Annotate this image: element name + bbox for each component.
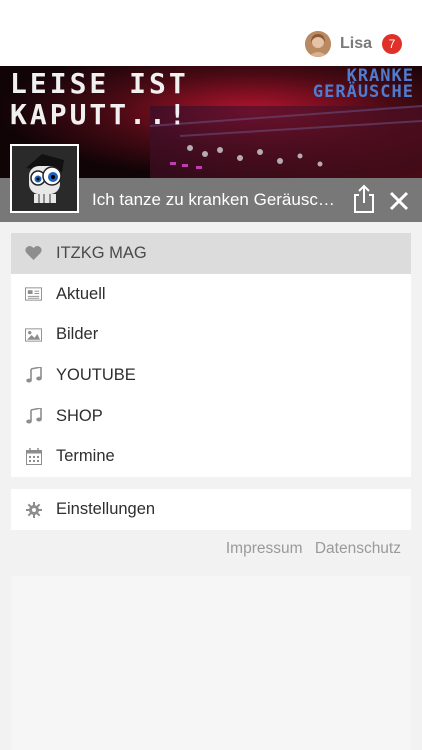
- settings-label: Einstellungen: [56, 500, 156, 518]
- image-icon: [25, 326, 42, 343]
- datenschutz-link[interactable]: Datenschutz: [315, 540, 401, 557]
- channel-logo: [10, 144, 79, 213]
- menu-item-label: ITZKG MAG: [56, 243, 147, 262]
- menu-item-itzkg-mag[interactable]: ITZKG MAG: [11, 233, 411, 274]
- menu-item-label: SHOP: [56, 406, 103, 425]
- banner-title: LEISE IST KAPUTT..!: [10, 67, 189, 131]
- calendar-icon: [25, 448, 42, 466]
- music-note-icon: [25, 367, 42, 384]
- menu-item-bilder[interactable]: Bilder: [11, 314, 411, 355]
- close-icon[interactable]: [388, 190, 410, 212]
- username[interactable]: Lisa: [340, 35, 372, 53]
- share-icon[interactable]: [351, 184, 377, 214]
- menu-item-youtube[interactable]: YOUTUBE: [11, 355, 411, 396]
- settings-item[interactable]: Einstellungen: [11, 489, 411, 530]
- menu-item-shop[interactable]: SHOP: [11, 396, 411, 437]
- avatar[interactable]: [304, 31, 331, 57]
- navigation-menu: ITZKG MAG Aktuell Bilder YOUTUBE SHOP Te…: [11, 233, 411, 478]
- music-note-icon: [25, 408, 42, 425]
- banner-logo-text: KRANKE GERÄUSCHE: [312, 66, 414, 102]
- user-profile[interactable]: Lisa 7: [304, 30, 402, 58]
- content-area: [11, 576, 411, 750]
- notification-badge[interactable]: 7: [382, 34, 402, 54]
- menu-item-label: Termine: [56, 447, 115, 466]
- newspaper-icon: [25, 286, 42, 303]
- impressum-link[interactable]: Impressum: [226, 540, 303, 557]
- menu-item-label: Aktuell: [56, 284, 106, 303]
- gear-icon: [25, 501, 42, 518]
- menu-item-label: Bilder: [56, 325, 99, 344]
- menu-item-label: YOUTUBE: [56, 365, 136, 384]
- menu-item-aktuell[interactable]: Aktuell: [11, 274, 411, 315]
- channel-title: Ich tanze zu kranken Geräuschen: [92, 190, 344, 209]
- heart-icon: [25, 245, 42, 262]
- top-bar: Lisa 7: [0, 0, 422, 66]
- footer-links: Impressum Datenschutz: [226, 540, 401, 558]
- menu-item-termine[interactable]: Termine: [11, 436, 411, 477]
